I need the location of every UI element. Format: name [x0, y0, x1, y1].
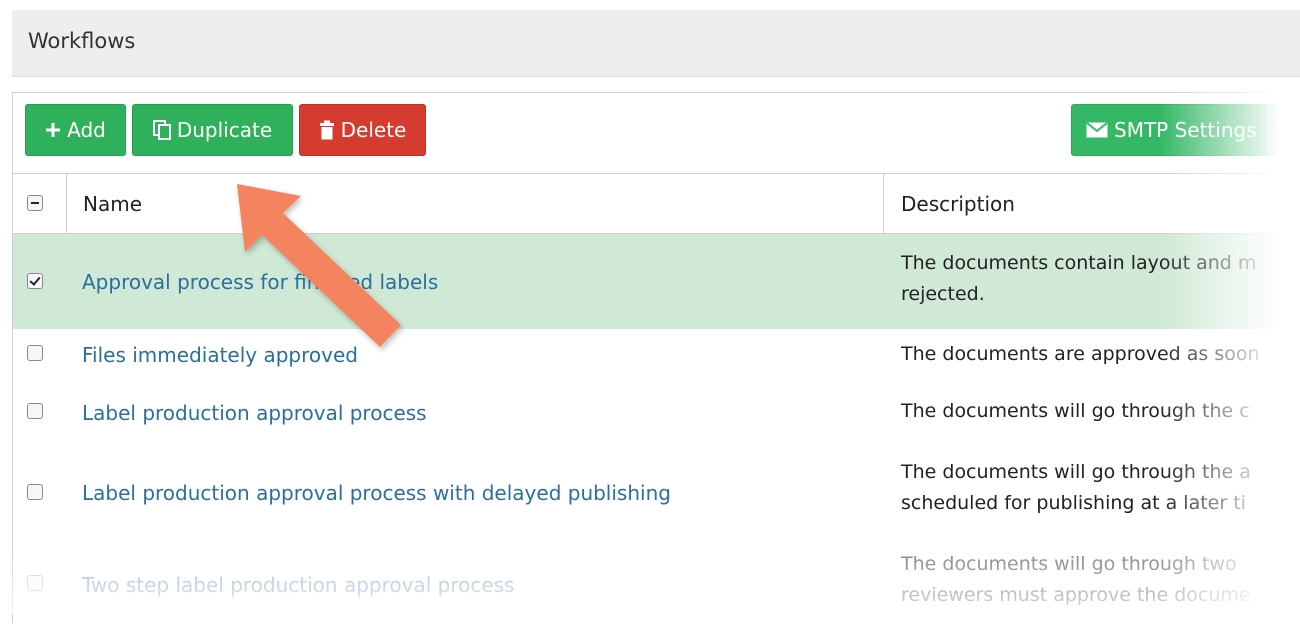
duplicate-button-label: Duplicate [176, 118, 273, 142]
delete-button[interactable]: Delete [299, 104, 426, 156]
row-checkbox[interactable] [27, 403, 43, 419]
column-header-description[interactable]: Description [884, 174, 1300, 233]
header-checkbox-cell [13, 174, 67, 233]
add-button[interactable]: Add [25, 104, 126, 156]
workflow-name-link[interactable]: Two step label production approval proce… [82, 573, 514, 597]
duplicate-button[interactable]: Duplicate [132, 104, 293, 156]
add-button-label: Add [67, 118, 106, 142]
workflows-panel: Add Duplicate Delete SMTP Settings Name … [12, 92, 1300, 623]
select-all-checkbox[interactable] [27, 195, 43, 211]
smtp-settings-button[interactable]: SMTP Settings [1071, 104, 1300, 156]
workflow-description: The documents will go through the a sche… [901, 461, 1251, 514]
workflow-description: The documents are approved as soon [901, 343, 1260, 365]
row-checkbox[interactable] [27, 575, 43, 591]
table-row[interactable]: Two step label production approval proce… [13, 539, 1300, 629]
workflow-name-link[interactable]: Approval process for finished labels [82, 270, 438, 294]
page-title: Workflows [28, 29, 136, 53]
smtp-settings-button-label: SMTP Settings [1114, 118, 1257, 142]
envelope-icon [1086, 122, 1108, 138]
table-row[interactable]: Label production approval process The do… [13, 385, 1300, 447]
toolbar: Add Duplicate Delete SMTP Settings [13, 93, 1300, 173]
plus-icon [45, 122, 61, 138]
workflow-name-link[interactable]: Label production approval process [82, 401, 427, 425]
trash-icon [319, 120, 335, 140]
workflow-description: The documents will go through the c [901, 400, 1250, 422]
table-header: Name Description [13, 173, 1300, 234]
table-row[interactable]: Files immediately approved The documents… [13, 329, 1300, 385]
workflow-name-link[interactable]: Label production approval process with d… [82, 481, 671, 505]
workflow-description: The documents contain layout and m rejec… [901, 252, 1257, 305]
workflow-description: The documents will go through two review… [901, 553, 1251, 606]
table-row[interactable]: Approval process for finished labels The… [13, 234, 1300, 329]
row-checkbox[interactable] [27, 484, 43, 500]
row-checkbox[interactable] [27, 273, 43, 289]
column-header-name[interactable]: Name [67, 174, 884, 233]
row-checkbox[interactable] [27, 345, 43, 361]
delete-button-label: Delete [340, 118, 407, 142]
copy-icon [152, 120, 171, 140]
workflow-name-link[interactable]: Files immediately approved [82, 343, 358, 367]
panel-heading: Workflows [12, 10, 1300, 77]
table-row[interactable]: Label production approval process with d… [13, 447, 1300, 539]
